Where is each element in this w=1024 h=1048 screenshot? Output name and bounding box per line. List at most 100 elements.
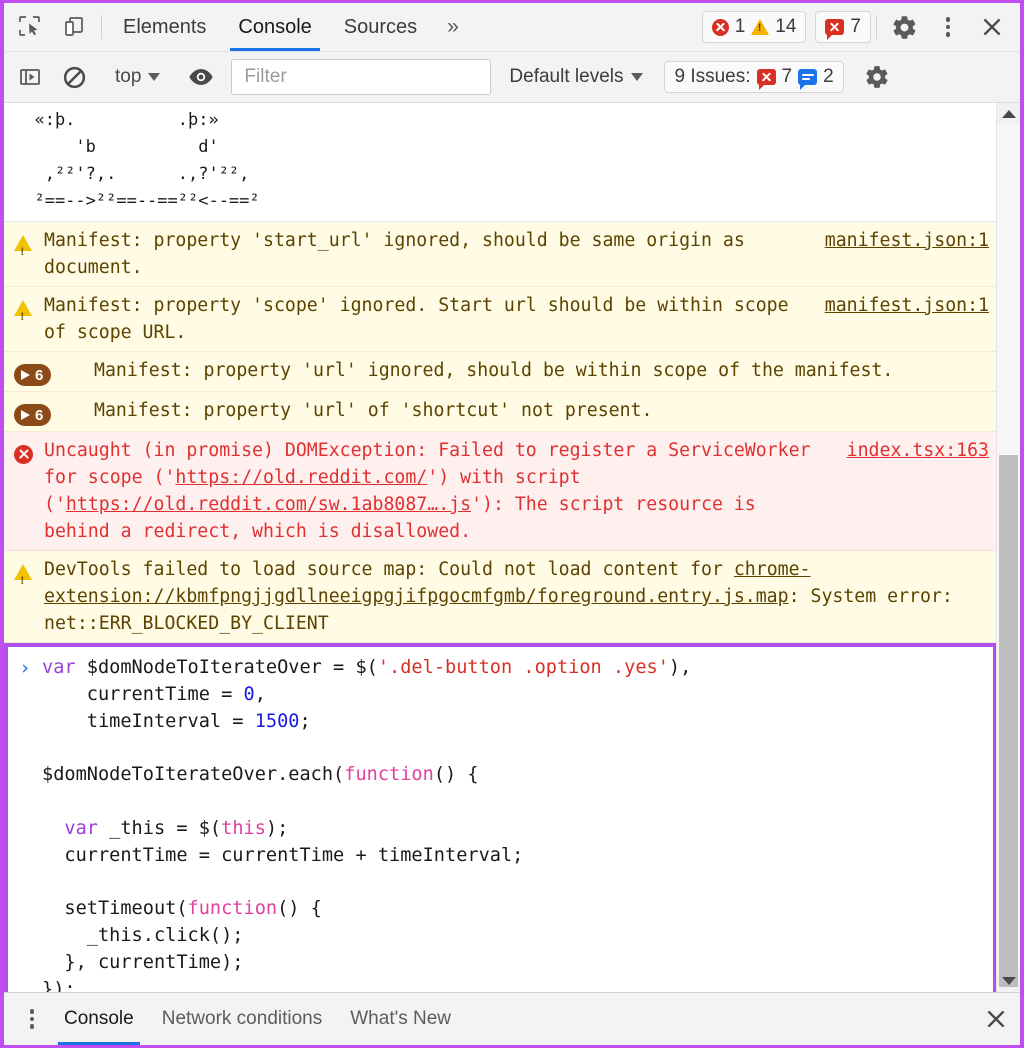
device-toolbar-icon[interactable]	[52, 3, 96, 51]
code-token: setTimeout(	[42, 898, 188, 920]
group-expand-icon[interactable]: 6	[14, 404, 52, 426]
message-gutter	[14, 227, 44, 266]
inline-link[interactable]: https://old.reddit.com/	[175, 467, 427, 488]
scrollbar-thumb[interactable]	[999, 455, 1018, 987]
warning-triangle-icon	[14, 564, 32, 595]
triangle-up-icon	[1001, 110, 1016, 118]
group-count: 6	[35, 406, 44, 424]
filter-input-wrapper[interactable]	[231, 59, 492, 95]
drawer-tab-whats-new[interactable]: What's New	[336, 993, 465, 1045]
tab-console[interactable]: Console	[222, 3, 327, 51]
code-line: timeInterval = 1500;	[42, 709, 993, 736]
code-token: _this = $(	[109, 817, 222, 839]
message-source-link[interactable]: manifest.json:1	[815, 227, 989, 254]
message-text: DevTools failed to load source map: Coul…	[44, 556, 989, 637]
filter-input[interactable]	[242, 65, 481, 89]
console-warning-message[interactable]: Manifest: property 'scope' ignored. Star…	[4, 287, 997, 352]
inspect-element-icon[interactable]	[8, 3, 52, 51]
code-token: _this.click();	[42, 924, 244, 946]
message-text: Manifest: property 'url' ignored, should…	[94, 360, 894, 381]
console-group-message[interactable]: 6 Manifest: property 'url' ignored, shou…	[4, 352, 997, 392]
more-tabs-icon[interactable]: »	[433, 3, 473, 51]
drawer-more-options-icon[interactable]	[14, 993, 50, 1045]
error-circle-icon	[711, 18, 729, 36]
console-prompt-editor[interactable]: › var $domNodeToIterateOver = $('.del-bu…	[4, 643, 997, 992]
issue-count: 7	[850, 16, 861, 37]
message-source-link[interactable]: manifest.json:1	[815, 292, 989, 319]
issues-counter[interactable]: 7	[815, 11, 871, 43]
issues-error-count: 7	[781, 66, 793, 87]
drawer-tab-console[interactable]: Console	[50, 993, 148, 1045]
message-text: Manifest: property 'start_url' ignored, …	[44, 230, 756, 278]
console-warning-message[interactable]: DevTools failed to load source map: Coul…	[4, 551, 997, 643]
settings-gear-icon[interactable]	[882, 3, 926, 51]
group-expand-icon[interactable]: 6	[14, 364, 52, 386]
code-token: ),	[668, 657, 692, 678]
tab-sources[interactable]: Sources	[328, 3, 433, 51]
console-settings-gear-icon[interactable]	[855, 64, 899, 90]
devtools-window: Elements Console Sources » 1 14 7	[0, 0, 1024, 1048]
more-tabs-glyph: »	[447, 15, 459, 38]
inline-text: DevTools failed to load source map: Coul…	[44, 559, 734, 580]
console-message-area: «:þ. .þ:» 'b d' ,²²'?,. .,?'²², ²==-->²²…	[4, 103, 1020, 992]
toolbar-divider-2	[876, 15, 877, 39]
code-token: $domNodeToIterateOver = $(	[86, 657, 378, 678]
drawer-close-icon[interactable]	[972, 993, 1020, 1045]
scrollbar-track[interactable]	[997, 125, 1020, 987]
code-token: $domNodeToIterateOver.each(	[42, 764, 345, 786]
live-expression-eye-icon[interactable]	[179, 66, 223, 88]
log-levels-selector[interactable]: Default levels	[499, 66, 653, 88]
code-line: currentTime = 0,	[42, 682, 993, 709]
scrollbar-up-arrow[interactable]	[997, 103, 1020, 125]
code-token: });	[42, 978, 76, 992]
issues-info-count: 2	[823, 66, 834, 87]
code-line: setTimeout(function() {	[42, 896, 993, 923]
warning-triangle-icon	[14, 300, 32, 331]
message-text: Manifest: property 'scope' ignored. Star…	[44, 295, 800, 343]
console-scrollbar[interactable]	[996, 103, 1020, 992]
console-group-message[interactable]: 6 Manifest: property 'url' of 'shortcut'…	[4, 392, 997, 432]
code-token: }, currentTime);	[42, 951, 244, 973]
scrollbar-down-arrow[interactable]	[997, 970, 1020, 992]
message-source-link[interactable]: index.tsx:163	[837, 437, 989, 464]
console-warning-message[interactable]: Manifest: property 'start_url' ignored, …	[4, 222, 997, 287]
triangle-right-icon	[21, 410, 30, 420]
execution-context-label: top	[115, 66, 142, 87]
chevron-down-icon	[148, 73, 161, 81]
issue-bubble-icon	[825, 19, 845, 40]
triangle-down-icon	[1001, 977, 1016, 985]
code-token: ;	[299, 710, 311, 732]
execution-context-selector[interactable]: top	[107, 66, 168, 88]
message-text: Manifest: property 'url' of 'shortcut' n…	[94, 400, 653, 421]
tab-elements[interactable]: Elements	[107, 3, 222, 51]
error-warning-counter[interactable]: 1 14	[701, 11, 807, 43]
code-token: timeInterval =	[42, 710, 255, 732]
devtools-drawer: Console Network conditions What's New	[4, 992, 1020, 1045]
error-count: 1	[734, 16, 746, 37]
warning-triangle-icon	[751, 19, 770, 35]
code-token: var	[42, 657, 87, 678]
issues-summary-label: 9 Issues:	[674, 66, 751, 87]
drawer-tab-label: Network conditions	[161, 1008, 323, 1029]
console-message-list: «:þ. .þ:» 'b d' ,²²'?,. .,?'²², ²==-->²²…	[4, 103, 997, 992]
prompt-code-input[interactable]: var $domNodeToIterateOver = $('.del-butt…	[42, 653, 993, 992]
console-error-message[interactable]: Uncaught (in promise) DOMException: Fail…	[4, 432, 997, 551]
issue-info-bubble-icon	[798, 69, 818, 90]
message-gutter: 6	[14, 397, 74, 426]
clear-console-icon[interactable]	[52, 65, 96, 90]
code-token: 1500	[254, 710, 300, 732]
kebab-dots	[945, 17, 951, 37]
code-line: var $domNodeToIterateOver = $('.del-butt…	[42, 655, 993, 682]
code-token: ,	[254, 683, 266, 705]
more-options-kebab-icon[interactable]	[926, 3, 970, 51]
issues-summary-button[interactable]: 9 Issues: 7 2	[664, 61, 844, 93]
inline-link[interactable]: https://old.reddit.com/sw.1ab8087….js	[66, 494, 471, 515]
close-devtools-icon[interactable]	[970, 3, 1014, 51]
code-line: }, currentTime);	[42, 950, 993, 977]
console-ascii-art-message: «:þ. .þ:» 'b d' ,²²'?,. .,?'²², ²==-->²²…	[4, 103, 997, 222]
drawer-tab-network-conditions[interactable]: Network conditions	[148, 993, 337, 1045]
console-sidebar-toggle-icon[interactable]	[8, 65, 52, 89]
